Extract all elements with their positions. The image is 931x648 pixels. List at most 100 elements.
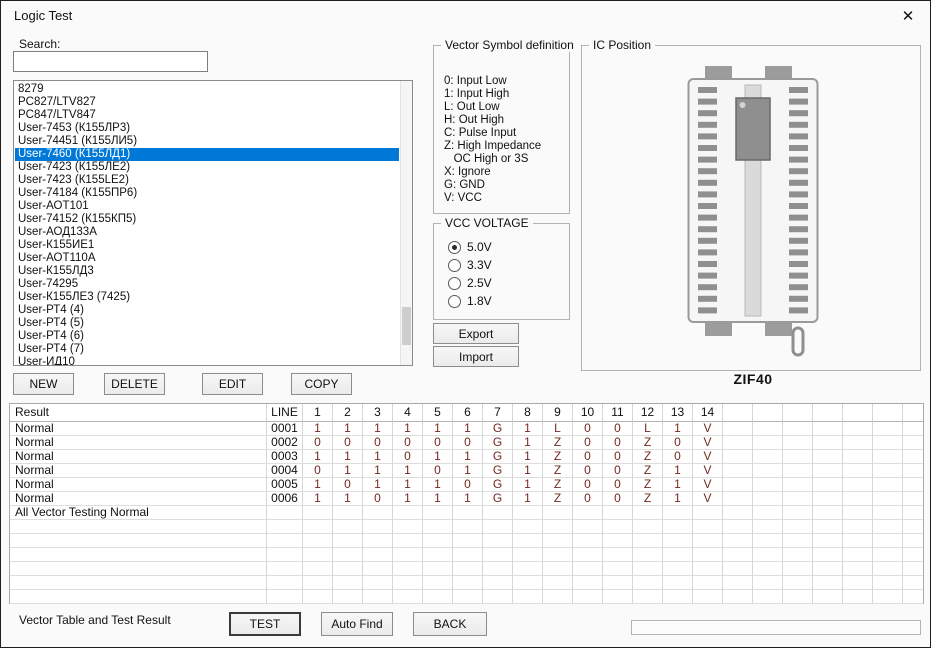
pin-slot xyxy=(789,284,808,290)
column-header-pin: 4 xyxy=(393,404,423,422)
vector-value-cell: 0 xyxy=(573,450,603,464)
radio-option-3.3V[interactable]: 3.3V xyxy=(448,256,492,274)
vector-symbol-line: L: Out Low xyxy=(444,101,541,114)
empty-cell xyxy=(903,590,923,604)
empty-cell xyxy=(903,492,923,506)
list-item[interactable]: User-74295 xyxy=(15,278,399,291)
list-item[interactable]: User-РТ4 (4) xyxy=(15,304,399,317)
list-item[interactable]: User-74451 (К155ЛИ5) xyxy=(15,135,399,148)
empty-cell xyxy=(873,562,903,576)
empty-cell xyxy=(783,534,813,548)
list-item[interactable]: User-74184 (К155ПР6) xyxy=(15,187,399,200)
pin-slot xyxy=(789,133,808,139)
empty-cell xyxy=(753,422,783,436)
pin-slot xyxy=(789,168,808,174)
list-item[interactable]: User-АОД133А xyxy=(15,226,399,239)
line-number-cell: 0006 xyxy=(267,492,303,506)
empty-cell xyxy=(663,548,693,562)
list-item[interactable]: User-РТ4 (6) xyxy=(15,330,399,343)
empty-cell xyxy=(723,464,753,478)
list-item[interactable]: PC827/LTV827 xyxy=(15,96,399,109)
empty-cell xyxy=(10,534,267,548)
delete-button[interactable]: DELETE xyxy=(104,373,165,395)
import-button[interactable]: Import xyxy=(433,346,519,367)
empty-cell xyxy=(843,590,873,604)
vector-value-cell: 1 xyxy=(513,478,543,492)
result-cell: Normal xyxy=(10,478,267,492)
vector-value-cell: 0 xyxy=(573,478,603,492)
vector-value-cell: 0 xyxy=(603,478,633,492)
list-item[interactable]: User-7453 (К155ЛР3) xyxy=(15,122,399,135)
list-item[interactable]: 8279 xyxy=(15,83,399,96)
empty-cell xyxy=(267,534,303,548)
list-item[interactable]: User-АОТ101 xyxy=(15,200,399,213)
list-item[interactable]: User-К155ЛЕ3 (7425) xyxy=(15,291,399,304)
list-item[interactable]: User-РТ4 (5) xyxy=(15,317,399,330)
vector-value-cell: 1 xyxy=(663,464,693,478)
empty-cell xyxy=(513,548,543,562)
empty-cell xyxy=(10,520,267,534)
empty-cell xyxy=(363,590,393,604)
back-button[interactable]: BACK xyxy=(413,612,487,636)
list-item[interactable]: User-К155ЛД3 xyxy=(15,265,399,278)
vector-symbol-lines: 0: Input Low1: Input HighL: Out LowH: Ou… xyxy=(444,75,541,205)
list-item-selected[interactable]: User-7460 (К155ЛД1) xyxy=(15,148,399,161)
edit-button[interactable]: EDIT xyxy=(202,373,263,395)
list-scrollbar[interactable] xyxy=(400,81,412,365)
list-item[interactable]: User-АОТ110А xyxy=(15,252,399,265)
empty-cell xyxy=(483,590,513,604)
logic-test-dialog: Logic Test ✕ Search: 8279PC827/LTV827PC8… xyxy=(0,0,931,648)
empty-cell xyxy=(873,506,903,520)
export-button[interactable]: Export xyxy=(433,323,519,344)
close-button[interactable]: ✕ xyxy=(886,1,930,31)
list-item[interactable]: User-7423 (К155LE2) xyxy=(15,174,399,187)
radio-option-2.5V[interactable]: 2.5V xyxy=(448,274,492,292)
empty-cell xyxy=(543,506,573,520)
vector-symbol-line: 0: Input Low xyxy=(444,75,541,88)
empty-cell xyxy=(453,506,483,520)
vector-value-cell: V xyxy=(693,492,723,506)
vector-value-cell: 0 xyxy=(453,436,483,450)
list-item[interactable]: User-К155ИЕ1 xyxy=(15,239,399,252)
auto-find-button[interactable]: Auto Find xyxy=(321,612,393,636)
search-label: Search: xyxy=(19,37,60,51)
empty-cell xyxy=(303,562,333,576)
search-input[interactable] xyxy=(13,51,208,72)
empty-cell xyxy=(903,548,923,562)
vector-value-cell: 1 xyxy=(363,478,393,492)
empty-cell xyxy=(303,520,333,534)
empty-cell xyxy=(423,534,453,548)
empty-cell xyxy=(753,590,783,604)
radio-option-1.8V[interactable]: 1.8V xyxy=(448,292,492,310)
copy-button[interactable]: COPY xyxy=(291,373,352,395)
list-item[interactable]: PC847/LTV847 xyxy=(15,109,399,122)
chip-list[interactable]: 8279PC827/LTV827PC847/LTV847User-7453 (К… xyxy=(13,80,413,366)
empty-cell xyxy=(603,576,633,590)
test-button[interactable]: TEST xyxy=(229,612,301,636)
list-item[interactable]: User-ИД10 xyxy=(15,356,399,366)
pin-slot xyxy=(789,261,808,267)
vector-value-cell: G xyxy=(483,478,513,492)
empty-cell xyxy=(663,506,693,520)
vector-value-cell: 0 xyxy=(573,492,603,506)
empty-cell xyxy=(333,576,363,590)
empty-cell xyxy=(513,534,543,548)
new-button[interactable]: NEW xyxy=(13,373,74,395)
scrollbar-thumb[interactable] xyxy=(402,307,411,345)
pin-slot xyxy=(698,261,717,267)
list-item[interactable]: User-7423 (К155ЛЕ2) xyxy=(15,161,399,174)
empty-cell xyxy=(363,520,393,534)
list-item[interactable]: User-74152 (К155КП5) xyxy=(15,213,399,226)
empty-cell xyxy=(723,436,753,450)
empty-cell xyxy=(723,478,753,492)
empty-cell xyxy=(10,590,267,604)
pin-slot xyxy=(698,273,717,279)
result-cell: Normal xyxy=(10,464,267,478)
radio-option-5.0V[interactable]: 5.0V xyxy=(448,238,492,256)
empty-cell xyxy=(333,590,363,604)
empty-cell xyxy=(723,450,753,464)
radio-label: 1.8V xyxy=(467,294,492,308)
pin-slot xyxy=(698,168,717,174)
list-item[interactable]: User-РТ4 (7) xyxy=(15,343,399,356)
empty-cell xyxy=(723,548,753,562)
